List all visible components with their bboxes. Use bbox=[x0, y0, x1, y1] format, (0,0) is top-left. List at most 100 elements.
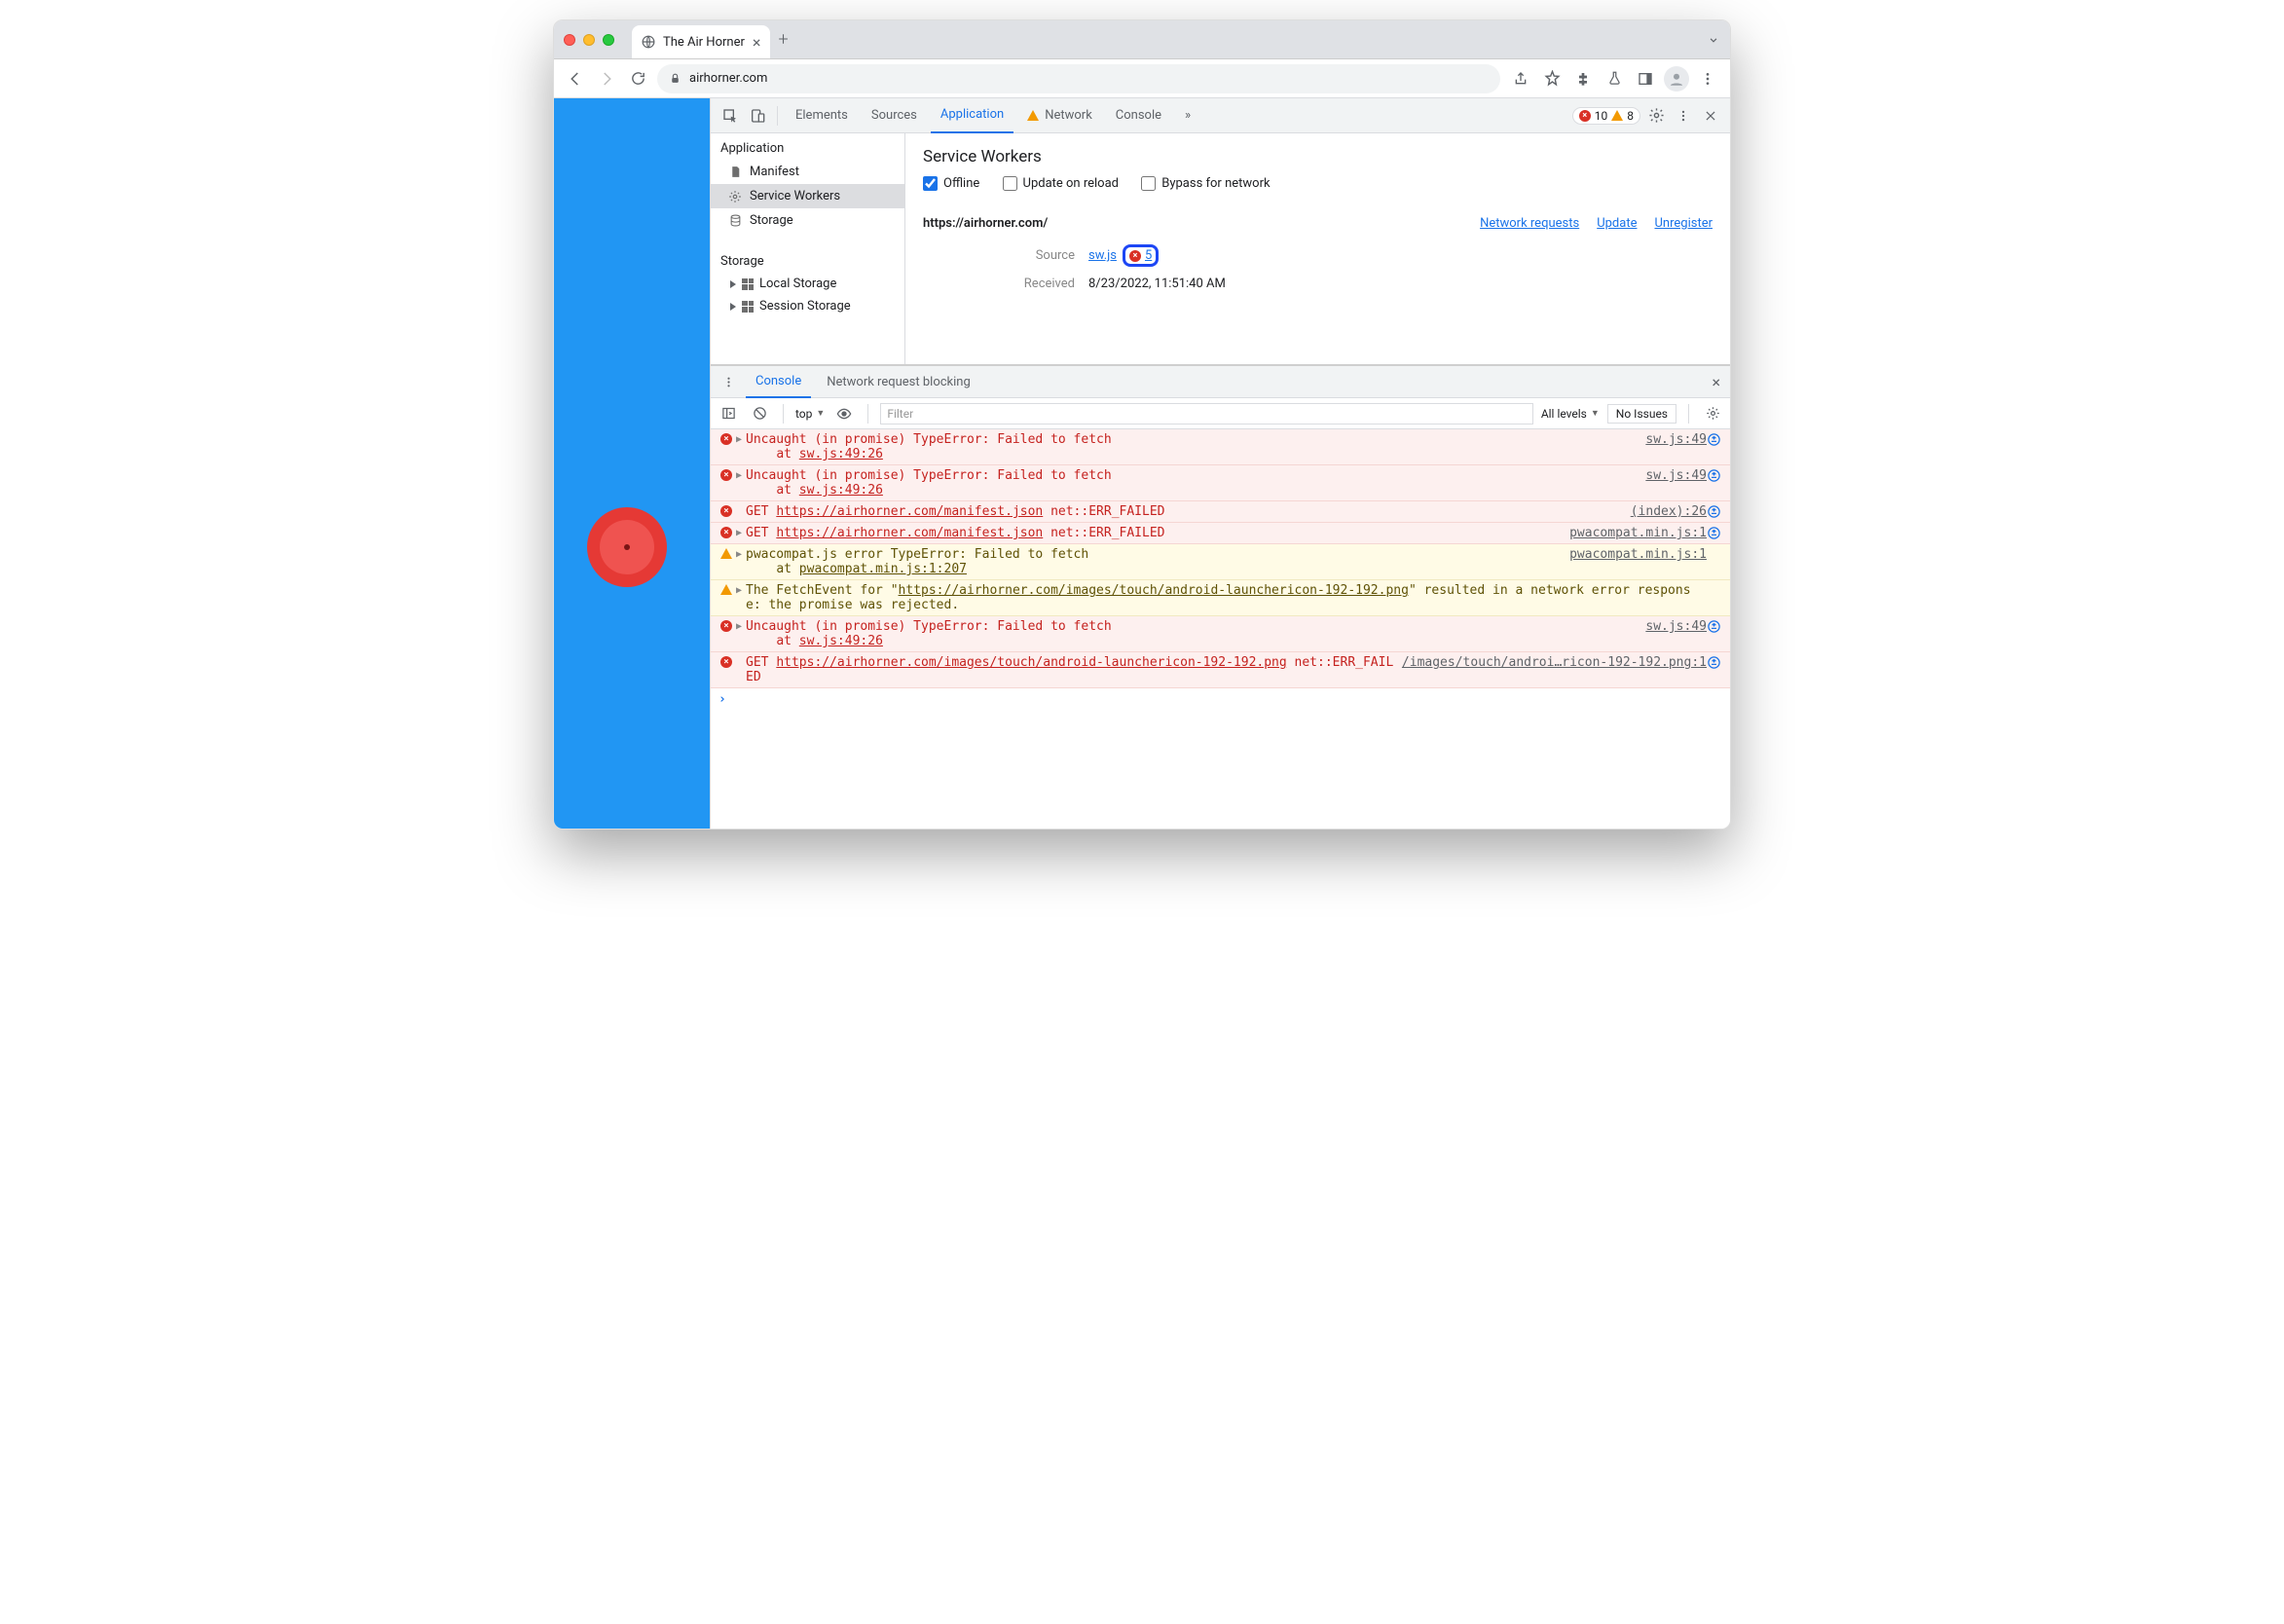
update-on-reload-checkbox[interactable]: Update on reload bbox=[1003, 176, 1119, 191]
devtools-toolbar: Elements Sources Application Network Con… bbox=[711, 98, 1730, 133]
console-message[interactable]: ×▶Uncaught (in promise) TypeError: Faile… bbox=[711, 429, 1730, 465]
tab-console[interactable]: Console bbox=[1106, 98, 1171, 133]
sw-error-count-highlight[interactable]: × 5 bbox=[1123, 244, 1159, 267]
message-link[interactable]: https://airhorner.com/manifest.json bbox=[776, 504, 1043, 519]
message-link[interactable]: https://airhorner.com/manifest.json bbox=[776, 526, 1043, 540]
expand-caret-icon[interactable]: ▶ bbox=[736, 547, 746, 576]
tab-overflow-icon[interactable] bbox=[1707, 33, 1720, 47]
tab-elements[interactable]: Elements bbox=[786, 98, 858, 133]
replay-xhr-icon[interactable] bbox=[1707, 619, 1724, 648]
replay-xhr-icon[interactable] bbox=[1707, 526, 1724, 540]
inspect-icon[interactable] bbox=[718, 104, 742, 128]
close-drawer-icon[interactable]: × bbox=[1712, 373, 1724, 391]
console-message[interactable]: ×GET https://airhorner.com/images/touch/… bbox=[711, 652, 1730, 688]
close-window-button[interactable] bbox=[564, 34, 575, 46]
message-link[interactable]: pwacompat.min.js:1:207 bbox=[799, 562, 967, 576]
message-link[interactable]: sw.js:49:26 bbox=[799, 483, 883, 498]
issue-counter[interactable]: ×10 8 bbox=[1572, 107, 1640, 125]
labs-icon[interactable] bbox=[1602, 66, 1627, 92]
drawer-tab-console[interactable]: Console bbox=[746, 365, 811, 398]
message-link[interactable]: sw.js:49:26 bbox=[799, 634, 883, 648]
clear-console-icon[interactable] bbox=[748, 402, 771, 425]
reload-button[interactable] bbox=[626, 67, 649, 91]
device-toggle-icon[interactable] bbox=[746, 104, 769, 128]
bypass-network-checkbox[interactable]: Bypass for network bbox=[1141, 176, 1270, 191]
extensions-icon[interactable] bbox=[1570, 66, 1596, 92]
menu-icon[interactable] bbox=[1695, 66, 1720, 92]
share-icon[interactable] bbox=[1508, 66, 1533, 92]
new-tab-button[interactable]: + bbox=[778, 29, 788, 50]
tab-application[interactable]: Application bbox=[931, 98, 1013, 133]
expand-caret-icon[interactable]: ▶ bbox=[736, 583, 746, 612]
settings-icon[interactable] bbox=[1644, 104, 1668, 128]
expand-caret-icon[interactable] bbox=[736, 655, 746, 684]
source-link[interactable]: (index):26 bbox=[1631, 504, 1707, 519]
omnibox[interactable]: airhorner.com bbox=[657, 64, 1500, 93]
log-levels-selector[interactable]: All levels▼ bbox=[1541, 407, 1600, 421]
console-message[interactable]: ▶The FetchEvent for "https://airhorner.c… bbox=[711, 580, 1730, 616]
error-icon: × bbox=[717, 504, 736, 519]
airhorn-button[interactable] bbox=[587, 507, 667, 587]
tab-sources[interactable]: Sources bbox=[862, 98, 927, 133]
message-link[interactable]: sw.js:49:26 bbox=[799, 447, 883, 461]
replay-xhr-icon[interactable] bbox=[1707, 655, 1724, 684]
expand-caret-icon[interactable]: ▶ bbox=[736, 526, 746, 540]
console-output[interactable]: ×▶Uncaught (in promise) TypeError: Faile… bbox=[711, 429, 1730, 829]
bookmark-icon[interactable] bbox=[1539, 66, 1565, 92]
network-requests-link[interactable]: Network requests bbox=[1480, 216, 1579, 231]
sidebar-item-session-storage[interactable]: Session Storage bbox=[711, 295, 904, 317]
close-tab-icon[interactable]: × bbox=[753, 33, 761, 52]
drawer-menu-icon[interactable] bbox=[717, 370, 740, 393]
maximize-window-button[interactable] bbox=[603, 34, 614, 46]
side-panel-icon[interactable] bbox=[1633, 66, 1658, 92]
expand-caret-icon[interactable]: ▶ bbox=[736, 619, 746, 648]
tab-network[interactable]: Network bbox=[1017, 98, 1102, 133]
sidebar-item-local-storage[interactable]: Local Storage bbox=[711, 273, 904, 295]
console-settings-icon[interactable] bbox=[1701, 402, 1724, 425]
console-filter-input[interactable]: Filter bbox=[880, 403, 1533, 424]
issues-button[interactable]: No Issues bbox=[1607, 404, 1676, 424]
sidebar-item-storage[interactable]: Storage bbox=[711, 208, 904, 233]
tab-overflow[interactable]: » bbox=[1175, 98, 1200, 133]
offline-checkbox[interactable]: Offline bbox=[923, 176, 979, 191]
replay-xhr-icon[interactable] bbox=[1707, 504, 1724, 519]
back-button[interactable] bbox=[564, 67, 587, 91]
console-message[interactable]: ×▶Uncaught (in promise) TypeError: Faile… bbox=[711, 616, 1730, 652]
console-sidebar-toggle-icon[interactable] bbox=[717, 402, 740, 425]
profile-avatar[interactable] bbox=[1664, 66, 1689, 92]
expand-caret-icon[interactable] bbox=[736, 504, 746, 519]
message-link[interactable]: https://airhorner.com/images/touch/andro… bbox=[776, 655, 1286, 670]
source-link[interactable]: pwacompat.min.js:1 bbox=[1569, 547, 1707, 576]
update-link[interactable]: Update bbox=[1597, 216, 1637, 231]
context-selector[interactable]: top▼ bbox=[795, 407, 825, 421]
source-link[interactable]: pwacompat.min.js:1 bbox=[1569, 526, 1707, 540]
message-link[interactable]: https://airhorner.com/images/touch/andro… bbox=[899, 583, 1409, 598]
sw-source-link[interactable]: sw.js bbox=[1088, 248, 1117, 263]
source-link[interactable]: /images/touch/androi…ricon-192-192.png:1 bbox=[1402, 655, 1707, 684]
browser-tab[interactable]: The Air Horner × bbox=[632, 25, 770, 58]
console-prompt[interactable]: › bbox=[711, 688, 1730, 711]
replay-xhr-icon[interactable] bbox=[1707, 468, 1724, 498]
more-icon[interactable] bbox=[1672, 104, 1695, 128]
close-devtools-icon[interactable] bbox=[1699, 104, 1722, 128]
expand-caret-icon[interactable]: ▶ bbox=[736, 468, 746, 498]
unregister-link[interactable]: Unregister bbox=[1654, 216, 1713, 231]
source-link[interactable]: sw.js:49 bbox=[1645, 619, 1707, 648]
console-message[interactable]: ×▶Uncaught (in promise) TypeError: Faile… bbox=[711, 465, 1730, 501]
browser-window: The Air Horner × + airhorner.com bbox=[553, 19, 1731, 830]
drawer-tab-network-blocking[interactable]: Network request blocking bbox=[817, 365, 980, 398]
nav-toolbar: airhorner.com bbox=[554, 59, 1730, 98]
live-expression-icon[interactable] bbox=[832, 402, 856, 425]
sidebar-item-manifest[interactable]: Manifest bbox=[711, 160, 904, 184]
expand-caret-icon[interactable]: ▶ bbox=[736, 432, 746, 461]
minimize-window-button[interactable] bbox=[583, 34, 595, 46]
console-message[interactable]: ▶pwacompat.js error TypeError: Failed to… bbox=[711, 544, 1730, 580]
console-message[interactable]: ×▶GET https://airhorner.com/manifest.jso… bbox=[711, 523, 1730, 544]
source-link[interactable]: sw.js:49 bbox=[1645, 468, 1707, 498]
source-link[interactable]: sw.js:49 bbox=[1645, 432, 1707, 461]
console-message[interactable]: ×GET https://airhorner.com/manifest.json… bbox=[711, 501, 1730, 523]
replay-xhr-icon[interactable] bbox=[1707, 432, 1724, 461]
sidebar-item-service-workers[interactable]: Service Workers bbox=[711, 184, 904, 208]
error-icon: × bbox=[717, 432, 736, 461]
forward-button[interactable] bbox=[595, 67, 618, 91]
